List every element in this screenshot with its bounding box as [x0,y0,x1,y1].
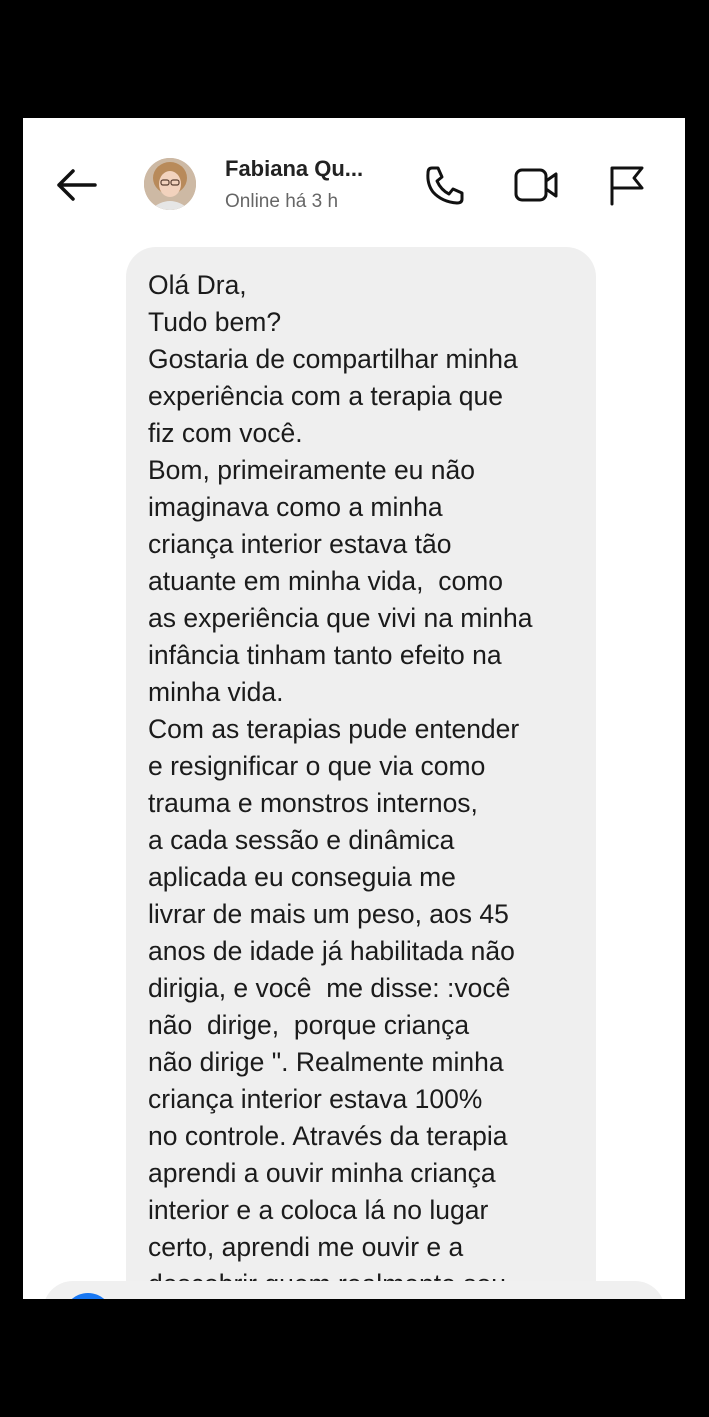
contact-name[interactable]: Fabiana Qu... [225,156,363,182]
message-line: certo, aprendi me ouvir e a [148,1232,464,1262]
message-line: interior e a coloca lá no lugar [148,1195,489,1225]
message-line: não dirige ". Realmente minha [148,1047,504,1077]
message-line: Tudo bem? [148,307,282,337]
arrow-left-icon [57,169,97,201]
message-line: aplicada eu conseguia me [148,862,456,892]
message-line: livrar de mais um peso, aos 45 [148,899,509,929]
message-line: fiz com você. [148,418,303,448]
message-composer[interactable] [43,1281,665,1299]
message-line: as experiência que vivi na minha [148,603,533,633]
message-line: Bom, primeiramente eu não [148,455,475,485]
chat-screen: Fabiana Qu... Online há 3 h Olá Dra, Tud… [23,118,685,1299]
message-line: aprendi a ouvir minha criança [148,1158,496,1188]
call-button[interactable] [422,162,468,208]
message-line: Olá Dra, [148,270,247,300]
message-line: a cada sessão e dinâmica [148,825,455,855]
message-line: minha vida. [148,677,284,707]
message-bubble[interactable]: Olá Dra, Tudo bem? Gostaria de compartil… [126,247,596,1299]
message-line: atuante em minha vida, como [148,566,503,596]
chat-header: Fabiana Qu... Online há 3 h [23,118,685,248]
message-line: criança interior estava 100% [148,1084,483,1114]
message-line: Gostaria de compartilhar minha [148,344,518,374]
message-line: experiência com a terapia que [148,381,504,411]
message-line: não dirige, porque criança [148,1010,470,1040]
message-line: no controle. Através da terapia [148,1121,508,1151]
message-line: trauma e monstros internos, [148,788,478,818]
contact-status: Online há 3 h [225,191,339,212]
message-line: anos de idade já habilitada não [148,936,515,966]
message-line: dirigia, e você me disse: :você [148,973,511,1003]
flag-icon [610,166,644,206]
back-button[interactable] [51,163,101,207]
phone-icon [426,166,464,205]
message-line: imaginava como a minha [148,492,443,522]
video-call-button[interactable] [513,162,559,208]
message-line: criança interior estava tão [148,529,452,559]
message-line: e resignificar o que via como [148,751,486,781]
avatar-photo [144,158,196,210]
avatar[interactable] [144,158,196,210]
report-button[interactable] [604,162,650,208]
video-icon [514,168,558,202]
message-line: infância tinham tanto efeito na [148,640,502,670]
message-line: Com as terapias pude entender [148,714,520,744]
